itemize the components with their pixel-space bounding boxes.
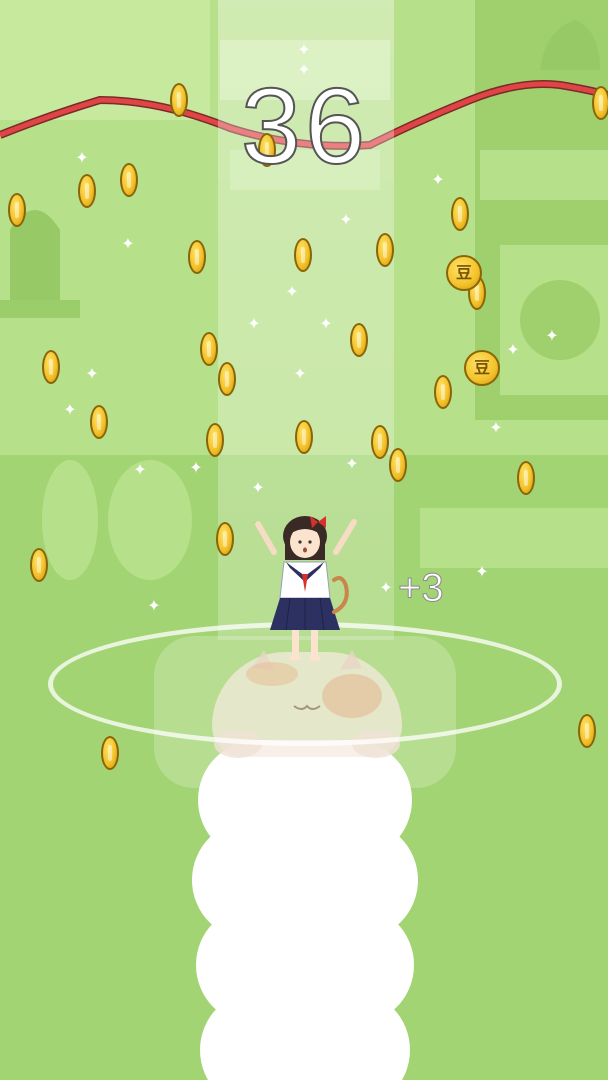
coin xyxy=(206,423,224,457)
sparkle-icon: ✦ xyxy=(297,40,311,59)
sparkle-icon: ✦ xyxy=(251,478,265,497)
coin xyxy=(295,420,313,454)
coin xyxy=(517,461,535,495)
sparkle-icon: ✦ xyxy=(545,326,559,345)
coin xyxy=(8,193,26,227)
cloud-puff xyxy=(200,990,410,1080)
sparkle-icon: ✦ xyxy=(345,454,359,473)
sparkle-icon: ✦ xyxy=(489,418,503,437)
coin xyxy=(216,522,234,556)
score-counter: 36 xyxy=(240,65,370,187)
bean-coin: 豆 xyxy=(464,350,500,386)
coin xyxy=(578,714,596,748)
bean-coin: 豆 xyxy=(446,255,482,291)
points-popup: +3 xyxy=(398,566,445,611)
cloud-tower xyxy=(190,740,420,1080)
sparkle-icon: ✦ xyxy=(506,340,520,359)
coin xyxy=(90,405,108,439)
schoolgirl-sprite[interactable] xyxy=(250,512,362,664)
sparkle-icon: ✦ xyxy=(293,364,307,383)
coin xyxy=(188,240,206,274)
coin xyxy=(30,548,48,582)
coin xyxy=(218,362,236,396)
sparkle-icon: ✦ xyxy=(285,282,299,301)
coin xyxy=(451,197,469,231)
coin xyxy=(371,425,389,459)
sparkle-icon: ✦ xyxy=(63,400,77,419)
sparkle-icon: ✦ xyxy=(379,578,393,597)
coin xyxy=(592,86,608,120)
sparkle-icon: ✦ xyxy=(121,234,135,253)
sparkle-icon: ✦ xyxy=(85,364,99,383)
sparkle-icon: ✦ xyxy=(475,562,489,581)
coin xyxy=(42,350,60,384)
game-scene[interactable]: 豆 豆 ✦ ✦ ✦ ✦ ✦ ✦ ✦ ✦ ✦ ✦ ✦ ✦ ✦ ✦ ✦ ✦ ✦ ✦ … xyxy=(0,0,608,1080)
coin xyxy=(389,448,407,482)
coin-emblem: 豆 xyxy=(473,358,490,377)
coin xyxy=(350,323,368,357)
sparkle-icon: ✦ xyxy=(147,596,161,615)
sparkle-icon: ✦ xyxy=(431,170,445,189)
coin xyxy=(434,375,452,409)
coin xyxy=(101,736,119,770)
sparkle-icon: ✦ xyxy=(339,210,353,229)
coin xyxy=(120,163,138,197)
sparkle-icon: ✦ xyxy=(189,458,203,477)
coin-emblem: 豆 xyxy=(455,263,472,282)
sparkle-icon: ✦ xyxy=(247,314,261,333)
sparkle-icon: ✦ xyxy=(319,314,333,333)
coin xyxy=(78,174,96,208)
coin xyxy=(200,332,218,366)
coin xyxy=(294,238,312,272)
sparkle-icon: ✦ xyxy=(75,148,89,167)
coin xyxy=(376,233,394,267)
sparkle-icon: ✦ xyxy=(133,460,147,479)
